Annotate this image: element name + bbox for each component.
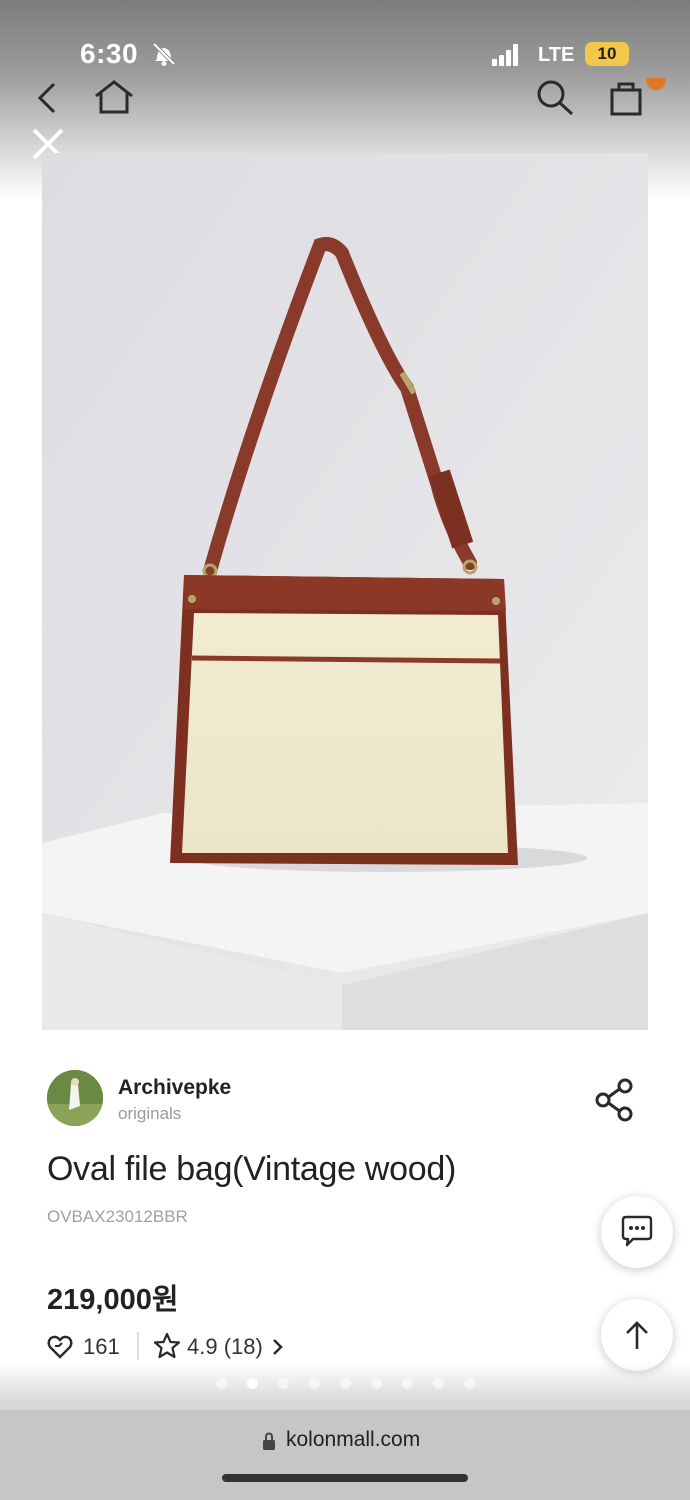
share-icon	[595, 1078, 633, 1122]
avatar-image	[47, 1070, 103, 1126]
brand-subtitle: originals	[118, 1104, 182, 1123]
signal-icon	[492, 44, 518, 66]
arrow-up-icon	[626, 1321, 648, 1349]
rating-link[interactable]: 4.9 (18)	[187, 1334, 263, 1360]
meta-divider	[137, 1332, 139, 1360]
brand-avatar[interactable]	[47, 1070, 103, 1126]
heart-icon[interactable]	[47, 1334, 73, 1360]
url-text[interactable]: kolonmall.com	[286, 1428, 420, 1452]
home-button[interactable]	[92, 76, 136, 120]
star-icon	[153, 1332, 181, 1359]
carousel-dot[interactable]	[433, 1378, 444, 1389]
status-bar: 6:30 LTE 10	[0, 36, 690, 76]
cart-icon	[610, 82, 642, 116]
back-button[interactable]	[26, 76, 70, 120]
brand-name[interactable]: Archivepke	[118, 1076, 231, 1100]
scroll-top-button[interactable]	[601, 1299, 673, 1371]
bag-photo	[42, 153, 648, 1030]
share-button[interactable]	[592, 1076, 640, 1124]
chevron-right-icon[interactable]	[271, 1336, 285, 1358]
carousel-dot[interactable]	[371, 1378, 382, 1389]
carousel-dot[interactable]	[402, 1378, 413, 1389]
carousel-dot[interactable]	[464, 1378, 475, 1389]
status-time: 6:30	[80, 38, 139, 69]
chat-bubble-icon	[621, 1215, 653, 1247]
carousel-dot[interactable]	[278, 1378, 289, 1389]
search-icon	[537, 80, 574, 116]
network-label: LTE	[538, 44, 575, 66]
product-photo[interactable]	[42, 153, 648, 1030]
back-chevron-icon	[37, 82, 56, 114]
battery-indicator: 10	[585, 42, 629, 66]
carousel-dot[interactable]	[340, 1378, 351, 1389]
top-nav	[0, 76, 690, 126]
carousel-dot[interactable]	[247, 1378, 258, 1389]
browser-bar: kolonmall.com	[0, 1410, 690, 1500]
product-sku: OVBAX23012BBR	[47, 1207, 188, 1226]
bell-muted-icon	[152, 42, 176, 66]
home-icon	[95, 80, 133, 114]
product-title: Oval file bag(Vintage wood)	[47, 1150, 456, 1188]
cart-button[interactable]	[604, 76, 648, 120]
carousel-dot[interactable]	[309, 1378, 320, 1389]
home-indicator[interactable]	[222, 1474, 468, 1482]
product-price: 219,000원	[47, 1284, 179, 1316]
search-button[interactable]	[532, 76, 576, 120]
chat-button[interactable]	[601, 1196, 673, 1268]
lock-icon	[263, 1432, 275, 1450]
carousel-dot[interactable]	[216, 1378, 227, 1389]
like-count: 161	[83, 1334, 120, 1359]
